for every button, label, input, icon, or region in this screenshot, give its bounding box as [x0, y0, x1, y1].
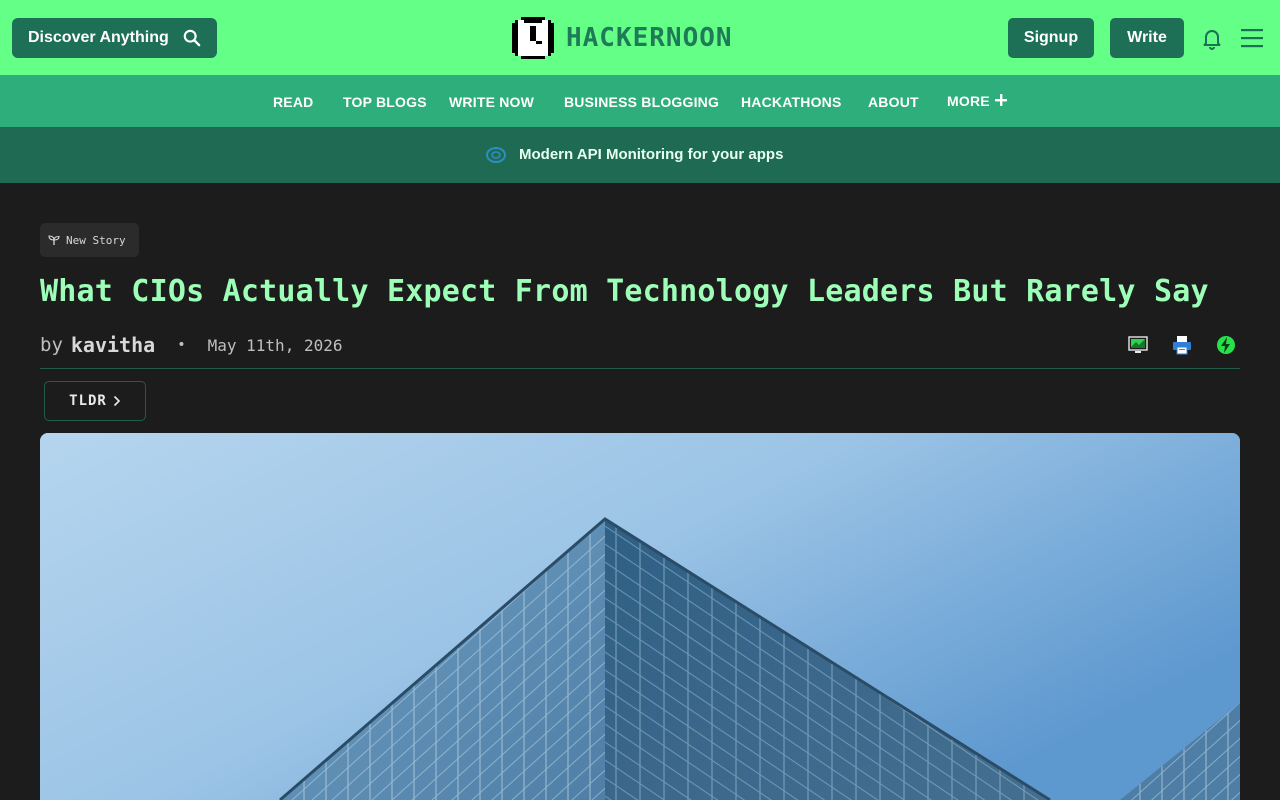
logo-icon — [512, 17, 554, 59]
monitor-icon[interactable] — [1128, 335, 1148, 355]
sprout-icon — [48, 235, 60, 245]
byline: by kavitha • May 11th, 2026 — [40, 333, 342, 357]
nav-item-business-blogging[interactable]: BUSINESS BLOGGING — [564, 94, 719, 110]
hamburger-menu-icon[interactable] — [1240, 27, 1264, 49]
story-title: What CIOs Actually Expect From Technolog… — [40, 274, 1209, 309]
write-button[interactable]: Write — [1110, 18, 1184, 58]
banner-text[interactable]: Modern API Monitoring for your apps — [519, 146, 783, 163]
logo-wordmark: HACKERNOON — [566, 23, 733, 53]
hackernoon-logo[interactable]: HACKERNOON — [512, 16, 733, 60]
discover-search-button[interactable]: Discover Anything — [12, 18, 217, 58]
nav-item-hackathons[interactable]: HACKATHONS — [741, 94, 842, 110]
glass-building-illustration — [40, 433, 1240, 800]
lightning-icon[interactable] — [1216, 335, 1236, 355]
publish-date: May 11th, 2026 — [207, 335, 343, 355]
by-label: by — [40, 334, 63, 356]
nav-item-write-now[interactable]: WRITE NOW — [449, 94, 534, 110]
author-link[interactable]: kavitha — [71, 333, 155, 357]
main-nav: READ TOP BLOGS WRITE NOW BUSINESS BLOGGI… — [0, 75, 1280, 127]
nav-item-more[interactable]: MORE — [947, 93, 990, 109]
plus-icon[interactable] — [993, 92, 1009, 108]
nav-item-read[interactable]: READ — [273, 94, 313, 110]
bell-icon[interactable] — [1200, 26, 1224, 50]
top-header: Discover Anything HACKERNOON Signup Writ… — [0, 0, 1280, 75]
new-story-badge: New Story — [40, 223, 139, 257]
byline-separator: • — [177, 337, 186, 353]
chevron-right-icon — [113, 395, 120, 407]
signup-button[interactable]: Signup — [1008, 18, 1094, 58]
api-monitor-icon — [486, 147, 506, 163]
nav-item-about[interactable]: ABOUT — [868, 94, 919, 110]
tldr-label: TLDR — [69, 393, 107, 409]
tldr-button[interactable]: TLDR — [44, 381, 146, 421]
hero-image — [40, 433, 1240, 800]
nav-item-top-blogs[interactable]: TOP BLOGS — [343, 94, 427, 110]
search-icon — [183, 29, 201, 47]
badge-label: New Story — [66, 233, 126, 247]
byline-divider — [40, 368, 1240, 369]
search-button-label: Discover Anything — [28, 29, 169, 46]
print-icon[interactable] — [1172, 335, 1192, 355]
promo-banner[interactable]: Modern API Monitoring for your apps — [0, 127, 1280, 183]
